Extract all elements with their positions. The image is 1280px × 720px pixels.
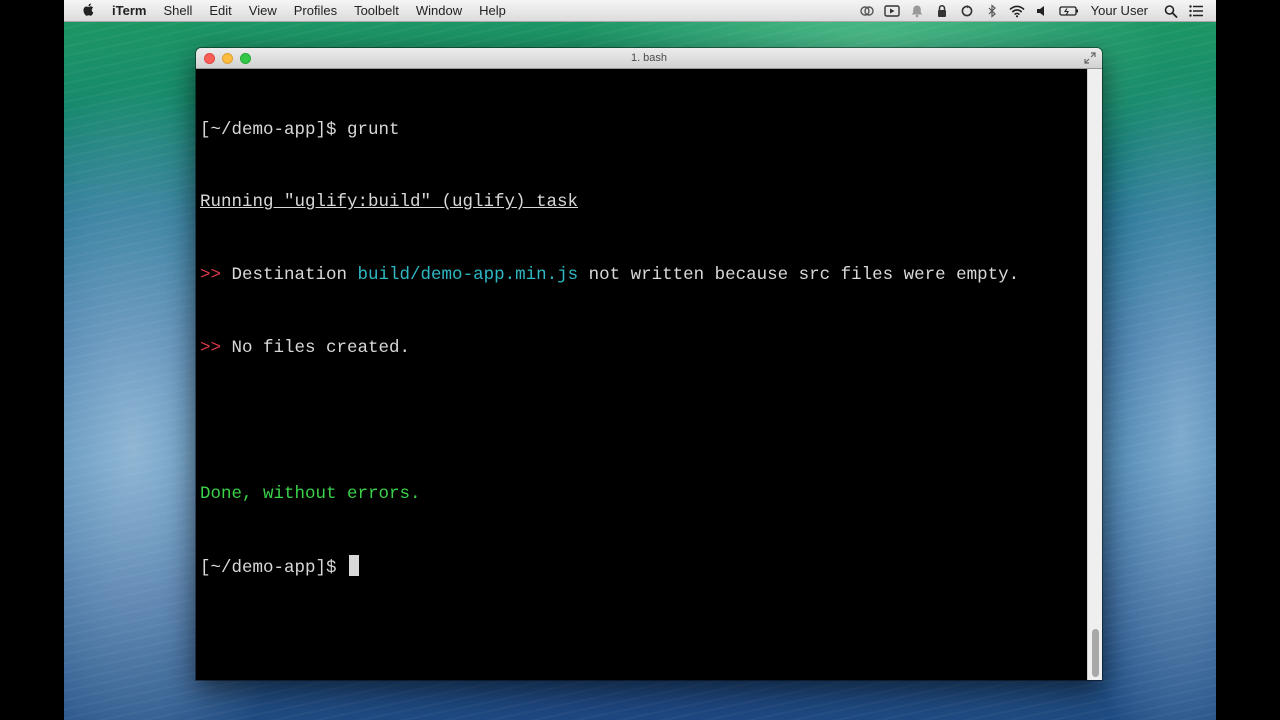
- menu-edit[interactable]: Edit: [209, 3, 231, 18]
- scrollbar-thumb[interactable]: [1092, 629, 1099, 677]
- menu-toolbelt[interactable]: Toolbelt: [354, 3, 399, 18]
- menu-help[interactable]: Help: [479, 3, 506, 18]
- close-button[interactable]: [204, 53, 215, 64]
- destination-file: build/demo-app.min.js: [357, 265, 579, 286]
- menu-view[interactable]: View: [249, 3, 277, 18]
- wifi-icon[interactable]: [1009, 4, 1025, 18]
- menu-profiles[interactable]: Profiles: [294, 3, 337, 18]
- no-files-text: No files created.: [221, 338, 411, 359]
- prompt: [~/demo-app]$: [200, 557, 348, 578]
- destination-prefix: Destination: [221, 265, 358, 286]
- menu-shell[interactable]: Shell: [163, 3, 192, 18]
- destination-suffix: not written because src files were empty…: [578, 265, 1020, 286]
- terminal-window: 1. bash [~/demo-app]$ grunt Running "ugl…: [196, 48, 1102, 680]
- zoom-button[interactable]: [240, 53, 251, 64]
- current-prompt-line: [~/demo-app]$: [200, 554, 1102, 579]
- warning-marker: >>: [200, 265, 222, 286]
- notification-center-icon[interactable]: [1188, 4, 1204, 18]
- window-title: 1. bash: [630, 52, 668, 64]
- task-header: Running "uglify:build" (uglify) task: [200, 192, 579, 213]
- prompt: [~/demo-app]$: [200, 119, 348, 140]
- spotlight-search-icon[interactable]: [1163, 4, 1179, 18]
- bluetooth-icon[interactable]: [984, 3, 1000, 18]
- sync-icon[interactable]: [959, 4, 975, 18]
- menu-app-iterm[interactable]: iTerm: [112, 3, 146, 18]
- minimize-button[interactable]: [222, 53, 233, 64]
- terminal-output[interactable]: [~/demo-app]$ grunt Running "uglify:buil…: [196, 69, 1102, 680]
- notification-icon[interactable]: [909, 4, 925, 18]
- menu-bar: iTerm Shell Edit View Profiles Toolbelt …: [64, 0, 1216, 22]
- done-line: Done, without errors.: [200, 482, 1102, 506]
- user-name[interactable]: Your User: [1091, 3, 1148, 18]
- warning-line-destination: >> Destination build/demo-app.min.js not…: [200, 263, 1102, 287]
- lock-icon[interactable]: [934, 4, 950, 18]
- screen-recorder-icon[interactable]: [883, 4, 900, 18]
- battery-icon[interactable]: [1059, 4, 1079, 18]
- command-text: grunt: [347, 119, 400, 140]
- warning-line-no-files: >> No files created.: [200, 336, 1102, 360]
- menu-window[interactable]: Window: [416, 3, 462, 18]
- task-header-line: Running "uglify:build" (uglify) task: [200, 190, 1102, 214]
- text-cursor: [349, 554, 360, 576]
- volume-icon[interactable]: [1034, 4, 1050, 18]
- done-text: Done, without errors.: [200, 484, 421, 505]
- apple-icon[interactable]: [82, 2, 94, 17]
- fullscreen-icon[interactable]: [1084, 52, 1096, 64]
- warning-marker: >>: [200, 338, 222, 359]
- window-titlebar[interactable]: 1. bash: [196, 48, 1102, 69]
- creative-cloud-icon[interactable]: [859, 4, 875, 18]
- command-line: [~/demo-app]$ grunt: [200, 118, 1102, 142]
- scrollbar[interactable]: [1087, 69, 1102, 680]
